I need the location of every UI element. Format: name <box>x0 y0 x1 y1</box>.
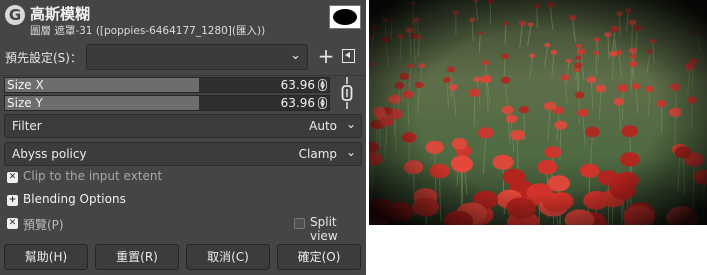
divider <box>0 75 366 76</box>
abyss-policy-dropdown[interactable]: Abyss policy Clamp ⌄ <box>4 142 362 166</box>
abyss-policy-label: Abyss policy <box>12 147 87 161</box>
chevron-down-icon: ⌄ <box>345 145 356 159</box>
blending-options-expander[interactable]: Blending Options <box>23 192 126 206</box>
size-y-value: 63.96 <box>280 96 315 110</box>
size-x-stepper-icon[interactable]: ▲ ▼ <box>318 79 327 91</box>
filter-label: Filter <box>12 119 42 133</box>
size-y-label: Size Y <box>7 96 43 110</box>
help-button[interactable]: 幫助(H) <box>4 244 88 270</box>
size-x-spinscale[interactable]: Size X 63.96 ▲ ▼ <box>4 77 330 93</box>
mask-oval <box>333 9 357 25</box>
clip-extent-checkbox[interactable]: ✕ <box>7 172 18 183</box>
dialog-subtitle: 圖層 遮罩-31 ([poppies-6464177_1280](匯入)) <box>30 25 266 37</box>
preview-label: 預覽(P) <box>23 218 64 232</box>
add-preset-icon[interactable]: + <box>316 45 336 69</box>
chevron-down-icon: ⌄ <box>345 117 356 131</box>
abyss-policy-value: Clamp <box>298 147 337 161</box>
gaussian-blur-dialog: G 高斯模糊 圖層 遮罩-31 ([poppies-6464177_1280](… <box>0 0 366 275</box>
layer-mask-thumbnail <box>329 5 361 29</box>
reset-button[interactable]: 重置(R) <box>95 244 179 270</box>
dialog-title: 高斯模糊 <box>30 5 91 23</box>
size-x-value: 63.96 <box>280 78 315 92</box>
expand-icon[interactable]: + <box>7 195 18 206</box>
preview-checkbox[interactable]: ✕ <box>7 218 18 229</box>
size-y-spinscale[interactable]: Size Y 63.96 ▲ ▼ <box>4 95 330 111</box>
split-view-checkbox[interactable] <box>294 218 305 229</box>
presets-dropdown[interactable]: ⌄ <box>86 44 308 70</box>
gegl-logo-icon: G <box>5 5 25 25</box>
preset-menu-icon[interactable] <box>342 49 355 63</box>
dialog-header: G 高斯模糊 圖層 遮罩-31 ([poppies-6464177_1280](… <box>0 0 366 42</box>
size-x-label: Size X <box>7 78 44 92</box>
filter-dropdown[interactable]: Filter Auto ⌄ <box>4 114 362 138</box>
clip-extent-label: Clip to the input extent <box>23 169 163 183</box>
split-view-label: Split view <box>310 215 338 243</box>
filter-value: Auto <box>309 119 337 133</box>
chain-link-icon[interactable] <box>340 76 354 110</box>
presets-label: 預先設定(S)： <box>5 51 82 65</box>
preview-image <box>369 0 707 225</box>
chevron-down-icon: ⌄ <box>290 48 301 63</box>
ok-button[interactable]: 確定(O) <box>277 244 361 270</box>
size-y-stepper-icon[interactable]: ▲ ▼ <box>318 97 327 109</box>
cancel-button[interactable]: 取消(C) <box>186 244 270 270</box>
